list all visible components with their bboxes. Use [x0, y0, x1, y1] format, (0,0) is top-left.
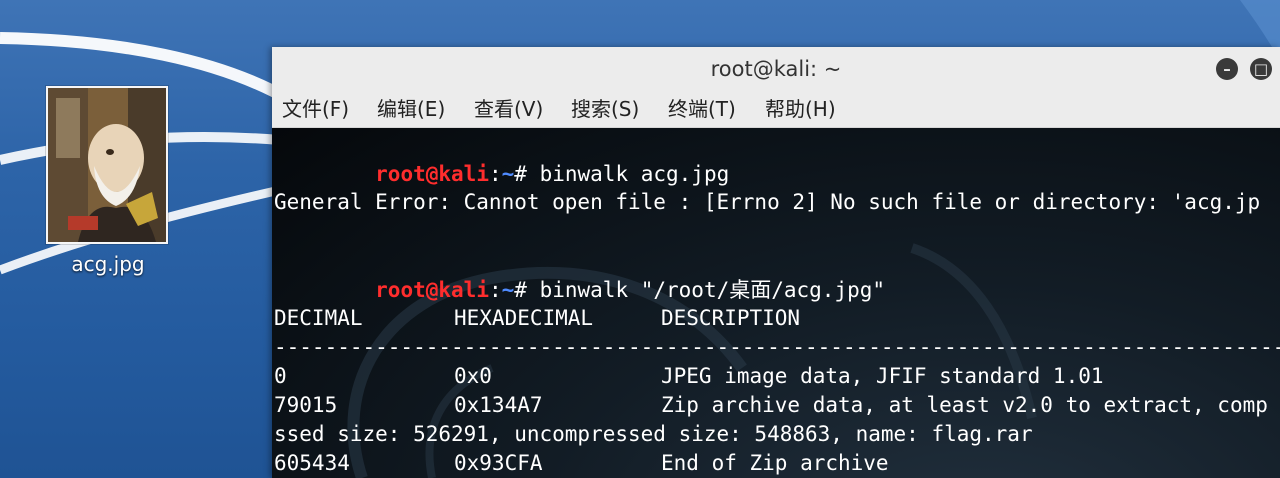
header-description: DESCRIPTION: [661, 306, 801, 330]
prompt-at: @: [425, 278, 439, 302]
menu-file[interactable]: 文件(F): [282, 91, 349, 127]
portrait-thumbnail-icon: [48, 88, 166, 242]
table-row: 79015 0x134A7 Zip archive data, at least…: [274, 390, 1280, 420]
portrait-thumbnail-image: [46, 86, 168, 244]
window-title: root@kali: ~: [710, 57, 842, 81]
menu-terminal[interactable]: 终端(T): [668, 91, 736, 127]
header-hexadecimal: HEXADECIMAL: [454, 306, 594, 330]
cell-hex: 0x93CFA: [454, 451, 543, 475]
prompt-colon: :: [488, 162, 502, 186]
cell-hex: 0x134A7: [454, 393, 543, 417]
table-row: 605434 0x93CFA End of Zip archive: [274, 448, 1280, 478]
terminal-line-cmd1: root@kali:~# binwalk acg.jpg: [274, 129, 729, 186]
table-separator: ----------------------------------------…: [274, 335, 1280, 359]
desktop-file-label: acg.jpg: [71, 252, 145, 276]
prompt-symbol: #: [514, 162, 527, 186]
minimize-icon[interactable]: –: [1216, 58, 1238, 80]
command-text: binwalk "/root/桌面/acg.jpg": [526, 278, 886, 302]
prompt-user: root: [375, 162, 426, 186]
desktop-background: acg.jpg root@kali: ~ – □ 文件(F) 编辑(E) 查看(…: [0, 0, 1280, 478]
prompt-path: ~: [501, 278, 515, 302]
terminal-menubar: 文件(F) 编辑(E) 查看(V) 搜索(S) 终端(T) 帮助(H): [272, 91, 1280, 128]
prompt-host: kali: [438, 162, 489, 186]
prompt-path: ~: [501, 162, 515, 186]
prompt-at: @: [425, 162, 439, 186]
cell-decimal: 79015: [274, 393, 338, 417]
terminal-line-error: General Error: Cannot open file : [Errno…: [274, 190, 1261, 214]
table-header-row: DECIMAL HEXADECIMAL DESCRIPTION: [274, 303, 1280, 333]
menu-edit[interactable]: 编辑(E): [377, 91, 445, 127]
terminal-output-area[interactable]: root@kali:~# binwalk acg.jpg General Err…: [272, 128, 1280, 478]
header-decimal: DECIMAL: [274, 306, 363, 330]
table-row-wrap: ssed size: 526291, uncompressed size: 54…: [274, 422, 1033, 446]
prompt-host: kali: [438, 278, 489, 302]
terminal-line-cmd2: root@kali:~# binwalk "/root/桌面/acg.jpg": [274, 245, 885, 302]
terminal-titlebar[interactable]: root@kali: ~ – □: [272, 47, 1280, 91]
prompt-symbol: #: [514, 278, 527, 302]
maximize-icon[interactable]: □: [1250, 58, 1272, 80]
menu-view[interactable]: 查看(V): [474, 91, 543, 127]
cell-decimal: 0: [274, 364, 287, 388]
terminal-window[interactable]: root@kali: ~ – □ 文件(F) 编辑(E) 查看(V) 搜索(S)…: [272, 47, 1280, 478]
menu-search[interactable]: 搜索(S): [571, 91, 639, 127]
cell-description: End of Zip archive: [661, 451, 889, 475]
table-row: 0 0x0 JPEG image data, JFIF standard 1.0…: [274, 361, 1280, 391]
prompt-colon: :: [488, 278, 502, 302]
prompt-user: root: [375, 278, 426, 302]
menu-help[interactable]: 帮助(H): [765, 91, 836, 127]
cell-description: Zip archive data, at least v2.0 to extra…: [661, 393, 1268, 417]
cell-decimal: 605434: [274, 451, 350, 475]
command-text: binwalk acg.jpg: [526, 162, 730, 186]
cell-description: JPEG image data, JFIF standard 1.01: [661, 364, 1104, 388]
cell-hex: 0x0: [454, 364, 492, 388]
